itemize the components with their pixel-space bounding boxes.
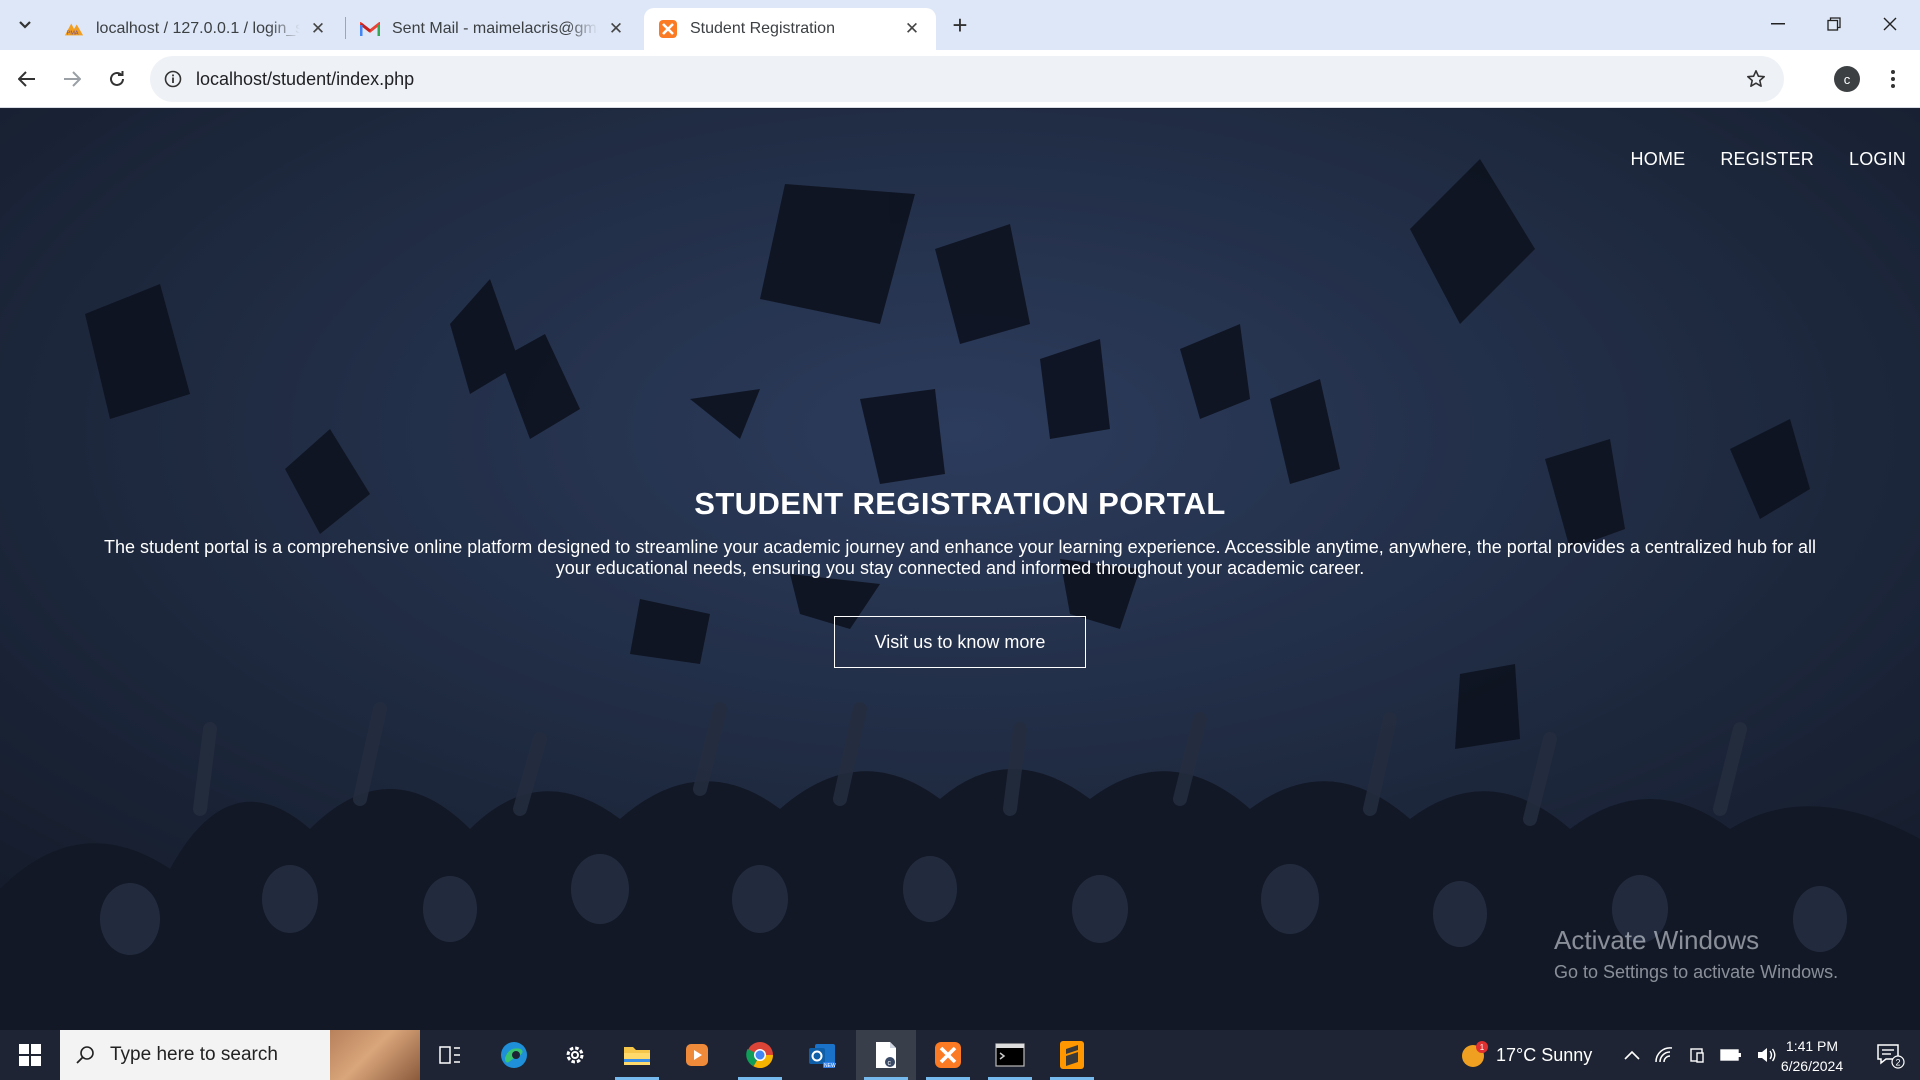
reload-button[interactable] bbox=[99, 61, 135, 97]
svg-text:1: 1 bbox=[1480, 1043, 1485, 1052]
media-player-icon bbox=[686, 1044, 708, 1066]
arrow-right-icon bbox=[64, 71, 81, 87]
clock-time: 1:41 PM bbox=[1785, 1038, 1839, 1054]
web-page: HOME REGISTER LOGIN STUDENT REGISTRATION… bbox=[0, 109, 1920, 1030]
more-vertical-icon bbox=[1891, 70, 1895, 88]
svg-text:c: c bbox=[888, 1060, 892, 1067]
tab-gmail[interactable]: Sent Mail - maimelacris@gmail ✕ bbox=[346, 8, 640, 50]
back-button[interactable] bbox=[9, 61, 45, 97]
task-view-button[interactable] bbox=[420, 1030, 480, 1080]
site-nav: HOME REGISTER LOGIN bbox=[1631, 149, 1906, 170]
profile-avatar[interactable]: c bbox=[1834, 66, 1860, 92]
chevron-down-icon bbox=[19, 21, 31, 29]
address-bar[interactable]: localhost/student/index.php bbox=[150, 56, 1784, 102]
windows-logo-icon bbox=[19, 1044, 41, 1066]
edge-icon bbox=[501, 1042, 527, 1068]
document-icon: c bbox=[876, 1042, 896, 1068]
minimize-icon bbox=[1771, 23, 1785, 25]
close-tab-icon[interactable]: ✕ bbox=[606, 19, 626, 39]
system-tray bbox=[1624, 1030, 1778, 1080]
close-icon bbox=[1883, 17, 1897, 31]
nav-register-link[interactable]: REGISTER bbox=[1720, 149, 1814, 170]
hero-title: STUDENT REGISTRATION PORTAL bbox=[694, 486, 1226, 521]
notification-center-button[interactable]: 2 bbox=[1862, 1030, 1918, 1080]
phone-link-icon[interactable] bbox=[1688, 1046, 1706, 1064]
tab-phpmyadmin[interactable]: PMA localhost / 127.0.0.1 / login_sam ✕ bbox=[50, 8, 342, 50]
weather-text: 17°C Sunny bbox=[1496, 1044, 1593, 1065]
close-tab-icon[interactable]: ✕ bbox=[308, 19, 328, 39]
forward-button[interactable] bbox=[54, 61, 90, 97]
taskbar-clock[interactable]: 1:41 PM 6/26/2024 bbox=[1772, 1036, 1852, 1076]
hero-section: STUDENT REGISTRATION PORTAL The student … bbox=[0, 486, 1920, 668]
notification-icon: 2 bbox=[1877, 1044, 1905, 1069]
search-placeholder: Type here to search bbox=[110, 1044, 278, 1065]
wifi-icon[interactable] bbox=[1654, 1046, 1674, 1064]
tab-title: Sent Mail - maimelacris@gmail bbox=[392, 20, 598, 37]
gear-icon bbox=[566, 1046, 584, 1064]
tab-student-registration[interactable]: Student Registration ✕ bbox=[644, 8, 936, 50]
chrome-icon bbox=[746, 1042, 774, 1069]
nav-login-link[interactable]: LOGIN bbox=[1849, 149, 1906, 170]
terminal-icon bbox=[995, 1043, 1025, 1067]
visit-us-button[interactable]: Visit us to know more bbox=[834, 616, 1086, 668]
url-text[interactable]: localhost/student/index.php bbox=[196, 69, 414, 90]
svg-text:2: 2 bbox=[1896, 1058, 1901, 1068]
watermark-subtitle: Go to Settings to activate Windows. bbox=[1554, 962, 1839, 982]
browser-tab-strip: PMA localhost / 127.0.0.1 / login_sam ✕ … bbox=[0, 0, 1920, 50]
chrome-taskbar-button[interactable] bbox=[730, 1030, 790, 1080]
notepad-taskbar-button[interactable]: c bbox=[856, 1030, 916, 1080]
media-player-taskbar-button[interactable] bbox=[667, 1030, 727, 1080]
taskbar-search-box[interactable]: Type here to search bbox=[60, 1030, 420, 1080]
new-tab-button[interactable]: + bbox=[944, 9, 976, 40]
sublime-text-icon bbox=[1060, 1041, 1084, 1069]
arrow-left-icon bbox=[18, 71, 35, 87]
sun-icon: 1 bbox=[1462, 1041, 1488, 1067]
settings-taskbar-button[interactable] bbox=[545, 1030, 605, 1080]
search-icon bbox=[60, 1030, 110, 1080]
task-view-icon bbox=[439, 1046, 460, 1064]
minimize-button[interactable] bbox=[1750, 0, 1806, 48]
xampp-icon bbox=[658, 19, 678, 39]
tab-search-button[interactable] bbox=[8, 9, 42, 41]
gmail-icon bbox=[360, 19, 380, 39]
weather-widget[interactable]: 1 17°C Sunny bbox=[1460, 1030, 1592, 1080]
restore-icon bbox=[1827, 17, 1841, 31]
folder-icon bbox=[624, 1047, 650, 1065]
xampp-icon bbox=[935, 1042, 961, 1068]
battery-icon[interactable] bbox=[1720, 1048, 1742, 1062]
edge-taskbar-button[interactable] bbox=[484, 1030, 544, 1080]
restore-button[interactable] bbox=[1806, 0, 1862, 48]
file-explorer-taskbar-button[interactable] bbox=[607, 1030, 667, 1080]
clock-date: 6/26/2024 bbox=[1780, 1058, 1844, 1074]
svg-text:PMA: PMA bbox=[67, 30, 79, 36]
outlook-taskbar-button[interactable]: NEW bbox=[792, 1030, 852, 1080]
nav-home-link[interactable]: HOME bbox=[1631, 149, 1686, 170]
tab-title: Student Registration bbox=[690, 20, 835, 37]
watermark-title: Activate Windows bbox=[1554, 925, 1760, 955]
browser-menu-button[interactable] bbox=[1880, 66, 1906, 92]
windows-taskbar: Type here to search NEW c 1 17°C Sunny 1… bbox=[0, 1030, 1920, 1080]
svg-text:NEW: NEW bbox=[824, 1063, 836, 1069]
outlook-icon: NEW bbox=[809, 1044, 836, 1069]
browser-toolbar: localhost/student/index.php c bbox=[0, 50, 1920, 108]
hero-description: The student portal is a comprehensive on… bbox=[104, 537, 1816, 578]
close-tab-icon[interactable]: ✕ bbox=[902, 19, 922, 39]
search-highlight-image bbox=[330, 1030, 420, 1080]
phpmyadmin-icon: PMA bbox=[64, 19, 84, 39]
close-window-button[interactable] bbox=[1862, 0, 1918, 48]
activate-windows-watermark: Activate Windows Go to Settings to activ… bbox=[1554, 925, 1838, 983]
chevron-up-icon[interactable] bbox=[1624, 1050, 1640, 1060]
bookmark-star-icon[interactable] bbox=[1742, 65, 1770, 93]
reload-icon bbox=[110, 71, 124, 86]
site-info-icon[interactable] bbox=[160, 66, 186, 92]
tab-title: localhost / 127.0.0.1 / login_sam bbox=[96, 20, 300, 37]
plus-icon: + bbox=[952, 9, 968, 40]
terminal-taskbar-button[interactable] bbox=[980, 1030, 1040, 1080]
start-button[interactable] bbox=[0, 1030, 60, 1080]
sublime-taskbar-button[interactable] bbox=[1042, 1030, 1102, 1080]
xampp-taskbar-button[interactable] bbox=[918, 1030, 978, 1080]
